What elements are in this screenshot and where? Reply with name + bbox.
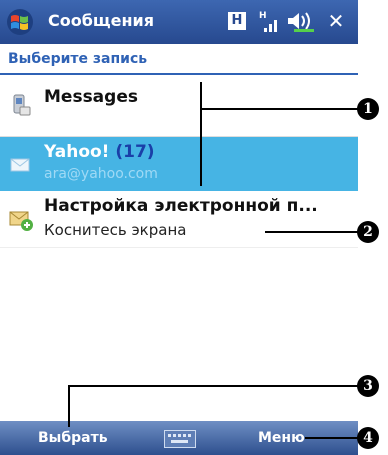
header-label: Выберите запись (8, 51, 148, 67)
account-email: ara@yahoo.com (44, 166, 158, 182)
close-x-icon[interactable]: ✕ (326, 8, 346, 34)
start-button[interactable] (5, 8, 35, 36)
list-item-email-setup[interactable]: Настройка электронной п... Коснитесь экр… (0, 192, 358, 248)
messages-device-icon (8, 93, 34, 119)
callout-marker-4: 4 (357, 427, 379, 449)
keyboard-icon[interactable] (164, 430, 196, 448)
list-item-yahoo[interactable]: Yahoo! (17) ara@yahoo.com (0, 137, 358, 191)
signal-strength-icon[interactable]: H (258, 8, 282, 34)
list-item-title: Messages (44, 87, 138, 107)
list-header: Выберите запись (0, 44, 358, 75)
list-item-title: Yahoo! (17) (44, 142, 155, 162)
window-title: Сообщения (48, 11, 154, 30)
callout-1-leader (200, 82, 202, 186)
right-softkey-button[interactable]: Меню (258, 430, 305, 446)
envelope-icon (8, 152, 34, 178)
list-item-title: Настройка электронной п... (44, 196, 318, 216)
callout-marker-2: 2 (357, 221, 379, 243)
callout-3-leader (68, 385, 70, 427)
speaker-volume-icon[interactable] (286, 10, 316, 32)
list-item-subtitle: Коснитесь экрана (44, 221, 187, 239)
email-setup-icon (8, 206, 34, 232)
callout-1-leader (200, 108, 362, 110)
title-bar: Сообщения H H ✕ (0, 0, 358, 44)
callout-marker-3: 3 (357, 375, 379, 397)
callout-3-leader (68, 385, 364, 387)
header-divider (0, 73, 358, 75)
list-item-messages[interactable]: Messages (0, 77, 358, 137)
unread-count-badge: (17) (115, 142, 155, 162)
svg-text:H: H (259, 11, 267, 21)
left-softkey-button[interactable]: Выбрать (38, 430, 108, 446)
network-type-indicator[interactable]: H (228, 12, 246, 30)
account-name: Yahoo! (44, 142, 110, 162)
callout-4-leader (305, 437, 365, 439)
callout-2-leader (265, 231, 365, 233)
callout-marker-1: 1 (357, 98, 379, 120)
windows-flag-icon (7, 9, 33, 35)
